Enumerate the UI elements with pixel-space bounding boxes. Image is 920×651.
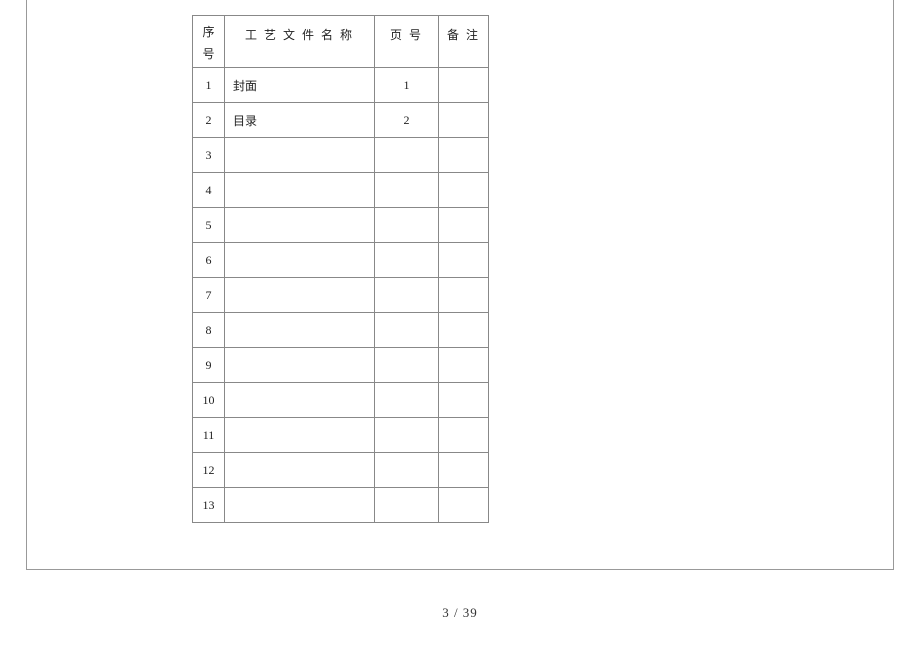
header-page: 页 号 xyxy=(375,16,439,68)
cell-name xyxy=(225,243,375,278)
cell-name xyxy=(225,418,375,453)
cell-note xyxy=(439,173,489,208)
cell-name xyxy=(225,453,375,488)
cell-seq: 11 xyxy=(193,418,225,453)
table-row: 8 xyxy=(193,313,489,348)
cell-note xyxy=(439,383,489,418)
cell-name xyxy=(225,208,375,243)
table-row: 11 xyxy=(193,418,489,453)
cell-seq: 12 xyxy=(193,453,225,488)
cell-seq: 8 xyxy=(193,313,225,348)
cell-page xyxy=(375,453,439,488)
cell-seq: 6 xyxy=(193,243,225,278)
cell-page xyxy=(375,278,439,313)
cell-seq: 10 xyxy=(193,383,225,418)
cell-note xyxy=(439,68,489,103)
cell-page xyxy=(375,243,439,278)
table-header-row: 序号 工 艺 文 件 名 称 页 号 备 注 xyxy=(193,16,489,68)
cell-page: 2 xyxy=(375,103,439,138)
cell-note xyxy=(439,313,489,348)
cell-page xyxy=(375,208,439,243)
cell-seq: 2 xyxy=(193,103,225,138)
cell-note xyxy=(439,488,489,523)
cell-seq: 13 xyxy=(193,488,225,523)
cell-note xyxy=(439,138,489,173)
cell-name xyxy=(225,383,375,418)
cell-page xyxy=(375,348,439,383)
header-name: 工 艺 文 件 名 称 xyxy=(225,16,375,68)
cell-name xyxy=(225,488,375,523)
table-row: 6 xyxy=(193,243,489,278)
cell-seq: 7 xyxy=(193,278,225,313)
cell-name xyxy=(225,138,375,173)
table-row: 1 封面 1 xyxy=(193,68,489,103)
cell-seq: 3 xyxy=(193,138,225,173)
header-seq: 序号 xyxy=(193,16,225,68)
table-row: 3 xyxy=(193,138,489,173)
page-indicator: 3 / 39 xyxy=(0,605,920,621)
table-row: 7 xyxy=(193,278,489,313)
cell-name: 封面 xyxy=(225,68,375,103)
cell-seq: 5 xyxy=(193,208,225,243)
table-row: 5 xyxy=(193,208,489,243)
cell-seq: 1 xyxy=(193,68,225,103)
cell-seq: 9 xyxy=(193,348,225,383)
cell-seq: 4 xyxy=(193,173,225,208)
cell-note xyxy=(439,278,489,313)
cell-page xyxy=(375,383,439,418)
table-row: 9 xyxy=(193,348,489,383)
cell-page: 1 xyxy=(375,68,439,103)
page-frame: 序号 工 艺 文 件 名 称 页 号 备 注 1 封面 1 2 目录 2 3 xyxy=(26,0,894,570)
cell-page xyxy=(375,488,439,523)
cell-note xyxy=(439,453,489,488)
header-note: 备 注 xyxy=(439,16,489,68)
cell-name xyxy=(225,348,375,383)
table-row: 13 xyxy=(193,488,489,523)
cell-note xyxy=(439,348,489,383)
cell-name xyxy=(225,278,375,313)
cell-name: 目录 xyxy=(225,103,375,138)
cell-note xyxy=(439,208,489,243)
cell-note xyxy=(439,418,489,453)
cell-name xyxy=(225,173,375,208)
cell-page xyxy=(375,173,439,208)
table-row: 10 xyxy=(193,383,489,418)
cell-page xyxy=(375,418,439,453)
toc-table: 序号 工 艺 文 件 名 称 页 号 备 注 1 封面 1 2 目录 2 3 xyxy=(192,15,489,523)
cell-page xyxy=(375,313,439,348)
cell-name xyxy=(225,313,375,348)
table-row: 12 xyxy=(193,453,489,488)
table-row: 4 xyxy=(193,173,489,208)
cell-page xyxy=(375,138,439,173)
cell-note xyxy=(439,103,489,138)
table-row: 2 目录 2 xyxy=(193,103,489,138)
cell-note xyxy=(439,243,489,278)
